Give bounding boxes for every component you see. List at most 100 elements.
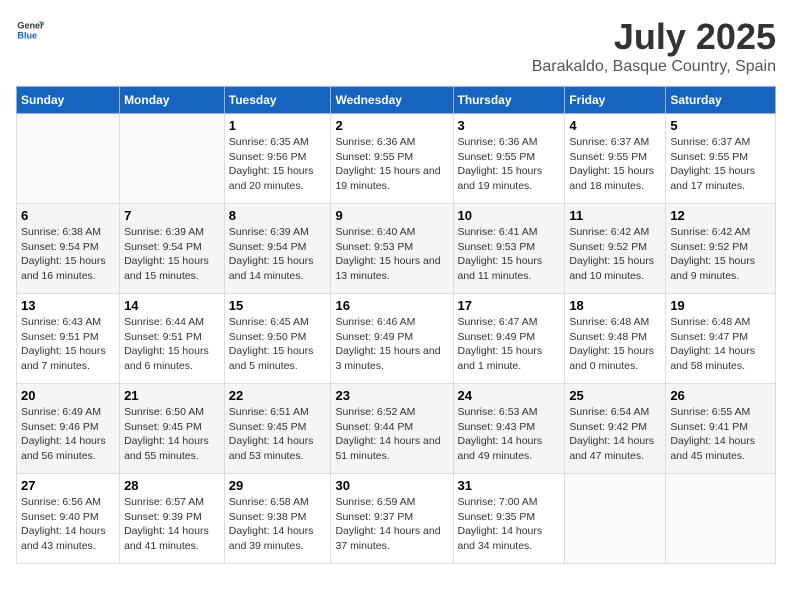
day-number: 17 — [458, 298, 561, 313]
calendar-cell: 19 Sunrise: 6:48 AM Sunset: 9:47 PM Dayli… — [666, 294, 776, 384]
calendar-cell: 25 Sunrise: 6:54 AM Sunset: 9:42 PM Dayli… — [565, 384, 666, 474]
day-number: 6 — [21, 208, 115, 223]
day-info: Sunrise: 6:38 AM Sunset: 9:54 PM Dayligh… — [21, 225, 115, 284]
day-number: 9 — [335, 208, 448, 223]
day-info: Sunrise: 6:55 AM Sunset: 9:41 PM Dayligh… — [670, 405, 771, 464]
day-info: Sunrise: 6:53 AM Sunset: 9:43 PM Dayligh… — [458, 405, 561, 464]
day-number: 25 — [569, 388, 661, 403]
day-info: Sunrise: 6:35 AM Sunset: 9:56 PM Dayligh… — [229, 135, 327, 194]
day-info: Sunrise: 6:52 AM Sunset: 9:44 PM Dayligh… — [335, 405, 448, 464]
calendar-cell: 29 Sunrise: 6:58 AM Sunset: 9:38 PM Dayli… — [224, 474, 331, 564]
weekday-header-thursday: Thursday — [453, 87, 565, 114]
calendar-cell: 2Sunrise: 6:36 AM Sunset: 9:55 PM Daylig… — [331, 114, 453, 204]
calendar-cell — [666, 474, 776, 564]
day-number: 11 — [569, 208, 661, 223]
day-number: 4 — [569, 118, 661, 133]
day-info: Sunrise: 6:45 AM Sunset: 9:50 PM Dayligh… — [229, 315, 327, 374]
day-number: 8 — [229, 208, 327, 223]
day-number: 7 — [124, 208, 220, 223]
day-number: 3 — [458, 118, 561, 133]
calendar-cell: 11Sunrise: 6:42 AM Sunset: 9:52 PM Dayli… — [565, 204, 666, 294]
main-title: July 2025 — [532, 16, 776, 58]
calendar-table: SundayMondayTuesdayWednesdayThursdayFrid… — [16, 86, 776, 564]
weekday-header-wednesday: Wednesday — [331, 87, 453, 114]
calendar-cell: 21 Sunrise: 6:50 AM Sunset: 9:45 PM Dayli… — [120, 384, 225, 474]
day-info: Sunrise: 6:43 AM Sunset: 9:51 PM Dayligh… — [21, 315, 115, 374]
calendar-cell — [17, 114, 120, 204]
day-info: Sunrise: 6:58 AM Sunset: 9:38 PM Dayligh… — [229, 495, 327, 554]
calendar-cell: 3 Sunrise: 6:36 AM Sunset: 9:55 PM Daylig… — [453, 114, 565, 204]
day-number: 13 — [21, 298, 115, 313]
day-info: Sunrise: 6:51 AM Sunset: 9:45 PM Dayligh… — [229, 405, 327, 464]
calendar-cell: 16Sunrise: 6:46 AM Sunset: 9:49 PM Dayli… — [331, 294, 453, 384]
calendar-cell: 14 Sunrise: 6:44 AM Sunset: 9:51 PM Dayli… — [120, 294, 225, 384]
logo: General Blue — [16, 16, 44, 44]
title-area: July 2025 Barakaldo, Basque Country, Spa… — [532, 16, 776, 76]
day-info: Sunrise: 6:59 AM Sunset: 9:37 PM Dayligh… — [335, 495, 448, 554]
calendar-cell — [120, 114, 225, 204]
calendar-cell: 22 Sunrise: 6:51 AM Sunset: 9:45 PM Dayli… — [224, 384, 331, 474]
logo-icon: General Blue — [16, 16, 44, 44]
weekday-header-sunday: Sunday — [17, 87, 120, 114]
calendar-cell: 13 Sunrise: 6:43 AM Sunset: 9:51 PM Dayli… — [17, 294, 120, 384]
day-info: Sunrise: 6:47 AM Sunset: 9:49 PM Dayligh… — [458, 315, 561, 374]
day-info: Sunrise: 6:40 AM Sunset: 9:53 PM Dayligh… — [335, 225, 448, 284]
calendar-cell: 1 Sunrise: 6:35 AM Sunset: 9:56 PM Daylig… — [224, 114, 331, 204]
calendar-cell: 9 Sunrise: 6:40 AM Sunset: 9:53 PM Daylig… — [331, 204, 453, 294]
day-number: 27 — [21, 478, 115, 493]
calendar-cell: 26 Sunrise: 6:55 AM Sunset: 9:41 PM Dayli… — [666, 384, 776, 474]
day-info: Sunrise: 7:00 AM Sunset: 9:35 PM Dayligh… — [458, 495, 561, 554]
day-number: 23 — [335, 388, 448, 403]
day-number: 28 — [124, 478, 220, 493]
day-info: Sunrise: 6:42 AM Sunset: 9:52 PM Dayligh… — [670, 225, 771, 284]
calendar-cell: 12 Sunrise: 6:42 AM Sunset: 9:52 PM Dayli… — [666, 204, 776, 294]
day-info: Sunrise: 6:39 AM Sunset: 9:54 PM Dayligh… — [229, 225, 327, 284]
day-info: Sunrise: 6:50 AM Sunset: 9:45 PM Dayligh… — [124, 405, 220, 464]
day-info: Sunrise: 6:49 AM Sunset: 9:46 PM Dayligh… — [21, 405, 115, 464]
day-info: Sunrise: 6:56 AM Sunset: 9:40 PM Dayligh… — [21, 495, 115, 554]
calendar-cell: 5Sunrise: 6:37 AM Sunset: 9:55 PM Daylig… — [666, 114, 776, 204]
day-info: Sunrise: 6:44 AM Sunset: 9:51 PM Dayligh… — [124, 315, 220, 374]
subtitle: Barakaldo, Basque Country, Spain — [532, 58, 776, 76]
day-info: Sunrise: 6:36 AM Sunset: 9:55 PM Dayligh… — [335, 135, 448, 194]
day-number: 10 — [458, 208, 561, 223]
header: General Blue July 2025 Barakaldo, Basque… — [16, 16, 776, 76]
day-number: 18 — [569, 298, 661, 313]
day-number: 21 — [124, 388, 220, 403]
week-row-2: 6 Sunrise: 6:38 AM Sunset: 9:54 PM Daylig… — [17, 204, 776, 294]
calendar-cell: 20Sunrise: 6:49 AM Sunset: 9:46 PM Dayli… — [17, 384, 120, 474]
calendar-cell: 31Sunrise: 7:00 AM Sunset: 9:35 PM Dayli… — [453, 474, 565, 564]
day-number: 15 — [229, 298, 327, 313]
day-number: 22 — [229, 388, 327, 403]
week-row-1: 1 Sunrise: 6:35 AM Sunset: 9:56 PM Daylig… — [17, 114, 776, 204]
week-row-3: 13 Sunrise: 6:43 AM Sunset: 9:51 PM Dayli… — [17, 294, 776, 384]
calendar-cell: 15 Sunrise: 6:45 AM Sunset: 9:50 PM Dayli… — [224, 294, 331, 384]
weekday-header-friday: Friday — [565, 87, 666, 114]
calendar-cell: 24 Sunrise: 6:53 AM Sunset: 9:43 PM Dayli… — [453, 384, 565, 474]
day-number: 26 — [670, 388, 771, 403]
day-number: 29 — [229, 478, 327, 493]
day-info: Sunrise: 6:37 AM Sunset: 9:55 PM Dayligh… — [569, 135, 661, 194]
day-info: Sunrise: 6:46 AM Sunset: 9:49 PM Dayligh… — [335, 315, 448, 374]
weekday-header-tuesday: Tuesday — [224, 87, 331, 114]
day-number: 5 — [670, 118, 771, 133]
calendar-cell: 17 Sunrise: 6:47 AM Sunset: 9:49 PM Dayli… — [453, 294, 565, 384]
day-number: 14 — [124, 298, 220, 313]
day-info: Sunrise: 6:54 AM Sunset: 9:42 PM Dayligh… — [569, 405, 661, 464]
day-number: 30 — [335, 478, 448, 493]
weekday-header-row: SundayMondayTuesdayWednesdayThursdayFrid… — [17, 87, 776, 114]
day-info: Sunrise: 6:57 AM Sunset: 9:39 PM Dayligh… — [124, 495, 220, 554]
week-row-5: 27 Sunrise: 6:56 AM Sunset: 9:40 PM Dayli… — [17, 474, 776, 564]
calendar-cell: 27 Sunrise: 6:56 AM Sunset: 9:40 PM Dayli… — [17, 474, 120, 564]
day-number: 1 — [229, 118, 327, 133]
day-number: 12 — [670, 208, 771, 223]
day-info: Sunrise: 6:36 AM Sunset: 9:55 PM Dayligh… — [458, 135, 561, 194]
day-info: Sunrise: 6:48 AM Sunset: 9:47 PM Dayligh… — [670, 315, 771, 374]
calendar-cell: 28 Sunrise: 6:57 AM Sunset: 9:39 PM Dayli… — [120, 474, 225, 564]
calendar-cell: 30 Sunrise: 6:59 AM Sunset: 9:37 PM Dayli… — [331, 474, 453, 564]
calendar-cell: 7Sunrise: 6:39 AM Sunset: 9:54 PM Daylig… — [120, 204, 225, 294]
calendar-cell: 4 Sunrise: 6:37 AM Sunset: 9:55 PM Daylig… — [565, 114, 666, 204]
day-info: Sunrise: 6:48 AM Sunset: 9:48 PM Dayligh… — [569, 315, 661, 374]
day-number: 24 — [458, 388, 561, 403]
day-number: 19 — [670, 298, 771, 313]
